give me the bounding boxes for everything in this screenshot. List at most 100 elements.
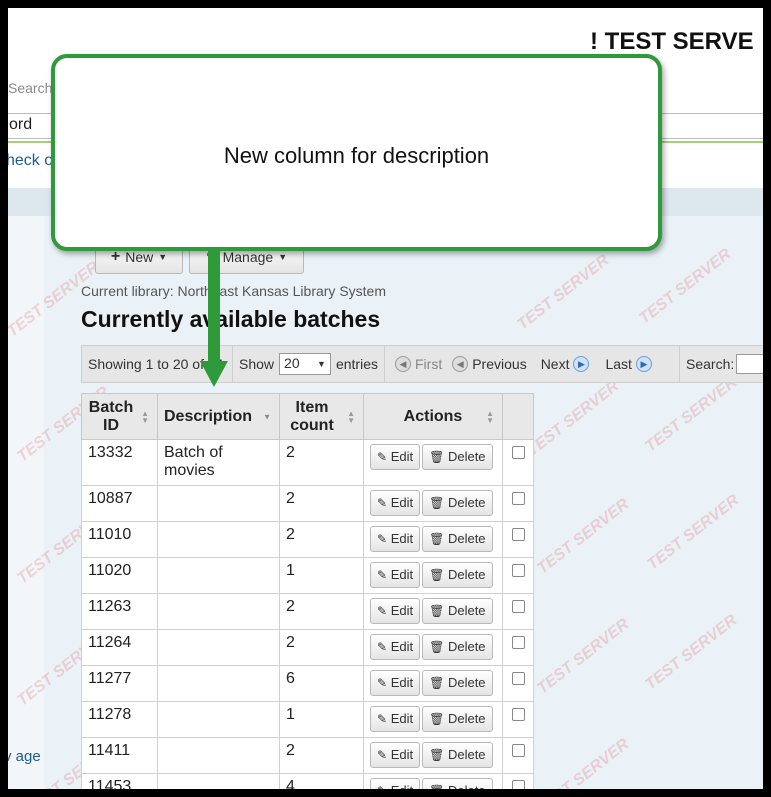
- table-search-input[interactable]: [736, 354, 763, 374]
- select-checkbox[interactable]: [511, 564, 525, 577]
- first-page-link[interactable]: First: [415, 356, 442, 372]
- cell-batch-id: 11264: [81, 629, 158, 666]
- cell-item-count: 4: [279, 773, 364, 789]
- cell-batch-id: 11277: [81, 665, 158, 702]
- table-row: 11010 2 ✎ Edit 🗑 Delete: [81, 521, 534, 558]
- cell-select: [502, 701, 534, 738]
- column-label: Description: [164, 407, 253, 425]
- edit-button[interactable]: ✎ Edit: [370, 778, 421, 789]
- edit-button[interactable]: ✎ Edit: [370, 444, 421, 470]
- select-checkbox[interactable]: [511, 492, 525, 505]
- edit-label: Edit: [390, 711, 414, 726]
- trash-icon: 🗑: [429, 676, 445, 690]
- delete-button[interactable]: 🗑 Delete: [422, 670, 493, 696]
- edit-icon: ✎: [377, 784, 387, 789]
- edit-icon: ✎: [377, 712, 388, 726]
- previous-page-link[interactable]: Previous: [472, 356, 526, 372]
- sort-icon: ▲ ▼: [486, 408, 494, 425]
- pagination: ◀ First ◀ Previous Next ▶ Last ▶: [385, 346, 680, 382]
- delete-label: Delete: [448, 783, 486, 789]
- cell-batch-id: 11411: [81, 737, 158, 774]
- select-checkbox[interactable]: [511, 636, 525, 649]
- column-header-actions[interactable]: Actions ▲ ▼: [363, 393, 503, 440]
- caret-down-icon: ▼: [158, 252, 168, 262]
- batches-table: Batch ID ▲ ▼ Description ▼ Item count ▲ ▼ …: [81, 393, 534, 789]
- select-checkbox[interactable]: [511, 708, 525, 721]
- select-checkbox[interactable]: [511, 528, 525, 541]
- manage-button-label: Manage: [222, 249, 274, 265]
- server-title: ! TEST SERVE: [590, 28, 754, 55]
- delete-button[interactable]: 🗑 Delete: [422, 444, 493, 470]
- delete-button[interactable]: 🗑 Delete: [422, 706, 493, 732]
- datatable-controls: Showing 1 to 20 of 24 Show 20 ▼ entries …: [81, 345, 763, 383]
- edit-icon: ✎: [377, 604, 388, 618]
- delete-button[interactable]: 🗑 Delete: [422, 490, 493, 516]
- cell-description: [157, 557, 280, 594]
- select-checkbox[interactable]: [511, 600, 525, 613]
- cell-select: [502, 439, 534, 486]
- edit-button[interactable]: ✎ Edit: [370, 526, 421, 552]
- select-checkbox[interactable]: [511, 672, 525, 685]
- cell-batch-id: 11278: [81, 701, 158, 738]
- cell-description: [157, 629, 280, 666]
- edit-label: Edit: [391, 783, 413, 789]
- trash-icon: 🗑: [429, 496, 445, 510]
- column-header-item-count[interactable]: Item count ▲ ▼: [279, 393, 364, 440]
- cell-select: [502, 485, 534, 522]
- cell-select: [502, 665, 534, 702]
- delete-label: Delete: [447, 639, 486, 654]
- delete-button[interactable]: 🗑 Delete: [422, 526, 493, 552]
- select-arrow-icon: ▼: [317, 359, 326, 369]
- new-button-label: New: [125, 249, 154, 265]
- cell-actions: ✎ Edit🗑 Delete: [363, 701, 503, 738]
- edit-button[interactable]: ✎ Edit: [370, 598, 421, 624]
- edit-button[interactable]: ✎ Edit: [370, 742, 421, 768]
- last-page-link[interactable]: Last: [605, 356, 631, 372]
- cell-select: [502, 557, 534, 594]
- delete-label: Delete: [447, 495, 486, 510]
- annotation-text: New column for description: [223, 143, 490, 168]
- column-label: Batch ID: [88, 398, 134, 434]
- select-checkbox[interactable]: [511, 780, 525, 789]
- delete-label: Delete: [447, 603, 486, 618]
- trash-icon: 🗑: [429, 604, 445, 618]
- watermark: TEST SERVER: [642, 373, 741, 456]
- delete-button[interactable]: 🗑 Delete: [422, 742, 493, 768]
- edit-icon: ✎: [377, 450, 388, 464]
- page-length-value: 20: [284, 355, 300, 371]
- delete-button[interactable]: 🗑 Delete: [422, 562, 493, 588]
- cell-actions: ✎ Edit🗑 Delete: [363, 521, 503, 558]
- cell-actions: ✎ Edit🗑 Delete: [363, 773, 503, 789]
- sidebar-link[interactable]: v age: [8, 748, 41, 765]
- edit-icon: ✎: [377, 640, 388, 654]
- page-length-select[interactable]: 20 ▼: [279, 353, 331, 375]
- table-row: 13332 Batch of movies 2 ✎ Edit 🗑 Delete: [81, 439, 534, 486]
- cell-description: [157, 701, 280, 738]
- column-header-description[interactable]: Description ▼: [157, 393, 280, 440]
- trash-icon: 🗑: [429, 568, 445, 582]
- check-out-link[interactable]: heck o: [8, 152, 53, 170]
- delete-button[interactable]: 🗑 Delete: [422, 634, 493, 660]
- edit-label: Edit: [390, 531, 414, 546]
- cell-description: [157, 773, 280, 789]
- next-page-link[interactable]: Next: [541, 356, 570, 372]
- edit-button[interactable]: ✎ Edit: [370, 634, 421, 660]
- table-header-row: Batch ID ▲ ▼ Description ▼ Item count ▲ ▼ …: [81, 393, 534, 440]
- delete-button[interactable]: 🗑 Delete: [422, 598, 493, 624]
- cell-item-count: 2: [279, 485, 364, 522]
- select-checkbox[interactable]: [511, 446, 525, 459]
- cell-actions: ✎ Edit🗑 Delete: [363, 439, 503, 486]
- edit-button[interactable]: ✎ Edit: [370, 706, 421, 732]
- edit-icon: ✎: [377, 532, 388, 546]
- table-row: 11278 1 ✎ Edit 🗑 Delete: [81, 701, 534, 738]
- cell-batch-id: 11010: [81, 521, 158, 558]
- delete-button[interactable]: 🗑 Delete: [422, 778, 493, 789]
- edit-button[interactable]: ✎ Edit: [370, 490, 421, 516]
- annotation-callout: New column for description: [51, 54, 662, 251]
- column-header-batch-id[interactable]: Batch ID ▲ ▼: [81, 393, 158, 440]
- cell-select: [502, 629, 534, 666]
- edit-button[interactable]: ✎ Edit: [370, 562, 421, 588]
- edit-button[interactable]: ✎ Edit: [370, 670, 421, 696]
- edit-icon: ✎: [377, 568, 388, 582]
- select-checkbox[interactable]: [511, 744, 525, 757]
